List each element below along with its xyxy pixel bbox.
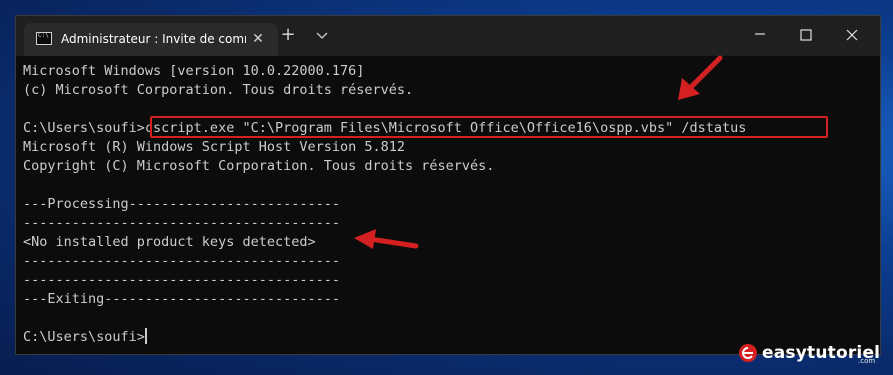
- arrow-down-icon: [678, 55, 723, 100]
- tab-title: Administrateur : Invite de comm: [61, 32, 246, 46]
- console-line: Microsoft (R) Windows Script Host Versio…: [23, 139, 406, 155]
- maximize-button[interactable]: [783, 16, 829, 52]
- console-output[interactable]: Microsoft Windows [version 10.0.22000.17…: [23, 62, 875, 347]
- close-tab-button[interactable]: ✕: [246, 28, 270, 50]
- minimize-button[interactable]: [737, 16, 783, 52]
- prompt-text: C:\Users\soufi>: [23, 329, 145, 345]
- console-line: ---Processing--------------------------: [23, 196, 340, 212]
- arrow-left-icon: [354, 229, 419, 249]
- console-line: ---------------------------------------: [23, 215, 340, 231]
- brand-suffix: .com: [858, 357, 876, 365]
- console-line: Microsoft Windows [version 10.0.22000.17…: [23, 63, 365, 79]
- maximize-icon: [800, 29, 812, 41]
- tab-dropdown-button[interactable]: [310, 25, 334, 47]
- console-line: ---------------------------------------: [23, 253, 340, 269]
- close-icon: [846, 29, 858, 41]
- new-tab-button[interactable]: +: [276, 25, 300, 47]
- minimize-icon: [755, 33, 765, 35]
- result-line: <No installed product keys detected>: [23, 234, 316, 250]
- console-line: Copyright (C) Microsoft Corporation. Tou…: [23, 158, 495, 174]
- easytutoriel-watermark: easytutoriel .com: [738, 340, 888, 372]
- close-window-button[interactable]: [829, 16, 875, 52]
- cmd-icon: C:\: [36, 32, 52, 45]
- console-line: (c) Microsoft Corporation. Tous droits r…: [23, 82, 414, 98]
- terminal-window: C:\ Administrateur : Invite de comm ✕ + …: [15, 15, 881, 355]
- chevron-down-icon: [316, 32, 328, 39]
- text-cursor: [144, 328, 147, 344]
- easytutoriel-logo-icon: [739, 344, 757, 362]
- console-line: ---Exiting-----------------------------: [23, 291, 340, 307]
- console-line: ---------------------------------------: [23, 272, 340, 288]
- title-bar[interactable]: C:\ Administrateur : Invite de comm ✕ +: [16, 16, 880, 56]
- tab-command-prompt[interactable]: C:\ Administrateur : Invite de comm ✕: [24, 23, 278, 56]
- command-highlight-box: [150, 116, 828, 138]
